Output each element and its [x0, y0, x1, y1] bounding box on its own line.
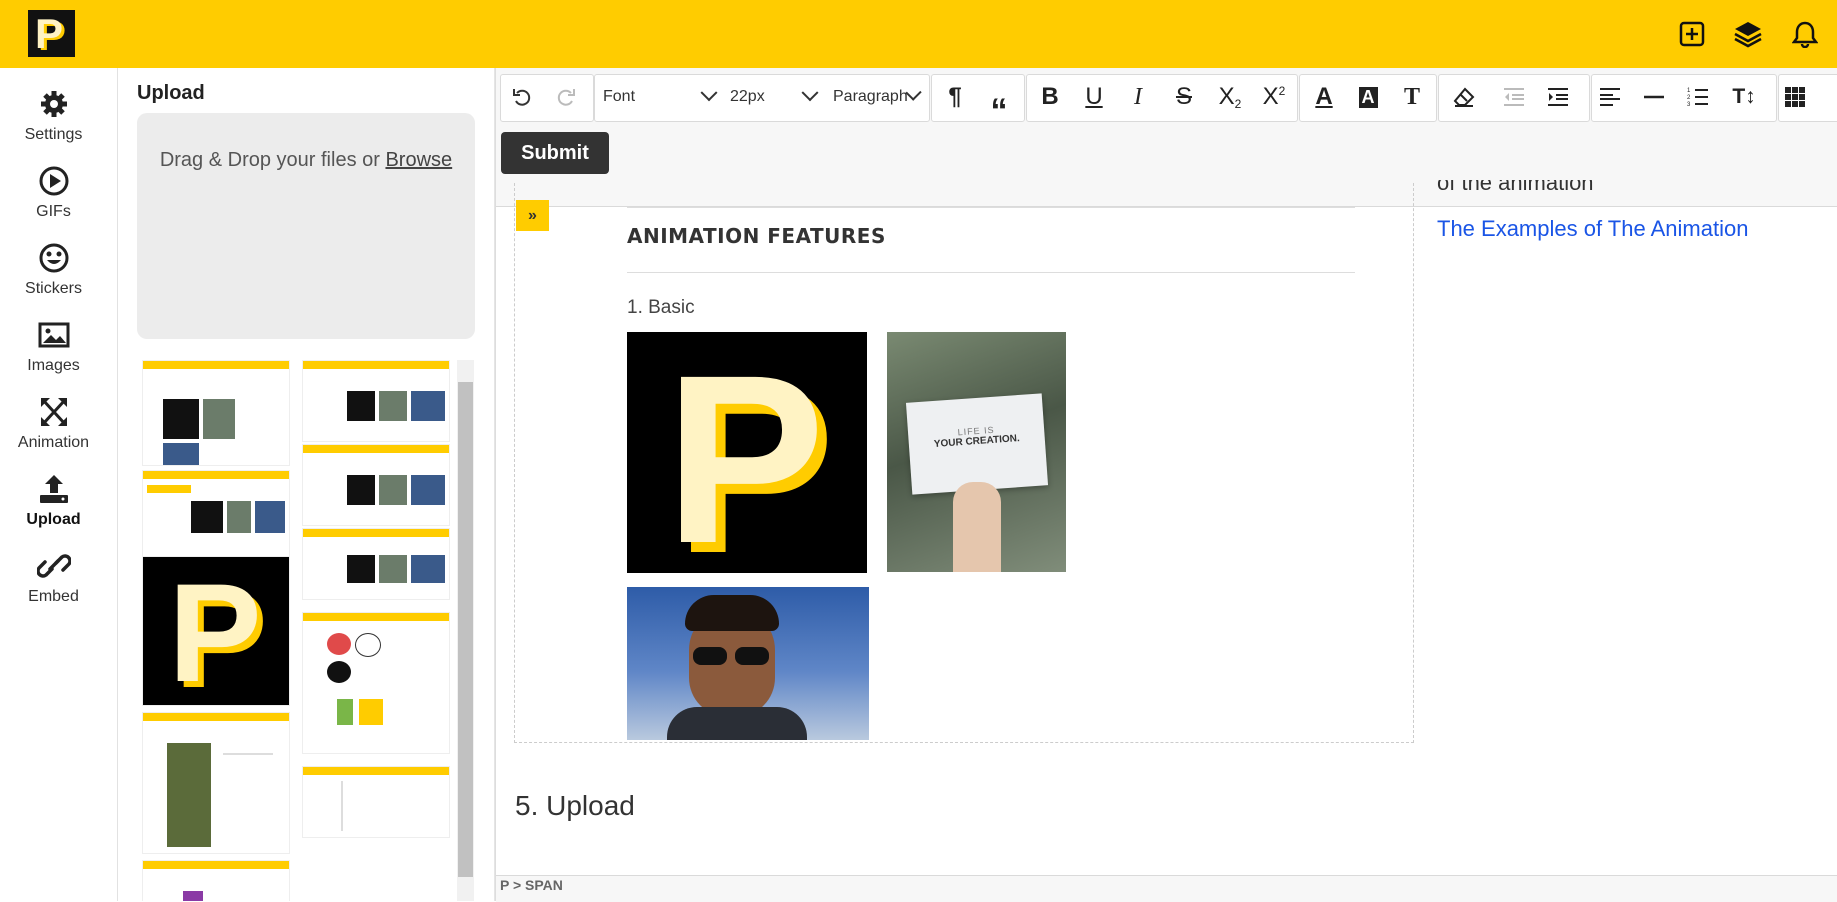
logo[interactable]: P P	[28, 10, 75, 57]
block-format-select[interactable]: Paragraph	[833, 80, 922, 114]
thumbnail[interactable]	[302, 360, 450, 442]
font-color-icon[interactable]: A	[1306, 80, 1342, 114]
hair-shape	[685, 595, 779, 631]
indent-icon[interactable]	[1540, 80, 1576, 114]
expand-arrows-icon	[37, 396, 71, 428]
sidebar-item-label: Animation	[17, 434, 90, 451]
svg-text:3: 3	[1687, 102, 1691, 107]
thumbnail[interactable]	[142, 860, 290, 901]
italic-icon[interactable]: I	[1120, 80, 1156, 114]
svg-text:1: 1	[1687, 88, 1691, 94]
sidebar-item-label: Images	[27, 357, 80, 374]
sunglasses-lens	[735, 647, 769, 665]
ordered-list-icon[interactable]: 123	[1680, 80, 1716, 114]
redo-icon[interactable]	[548, 80, 584, 114]
dropzone-text: Drag & Drop your files or Browse	[137, 149, 475, 172]
sidebar-item-images[interactable]: Images	[0, 319, 107, 375]
add-square-icon[interactable]	[1675, 17, 1709, 51]
play-circle-icon	[37, 165, 71, 197]
sidebar-item-gifs[interactable]: GIFs	[0, 165, 107, 221]
table-icon[interactable]	[1777, 80, 1813, 114]
underline-icon[interactable]: U	[1076, 80, 1112, 114]
sidebar-item-stickers[interactable]: Stickers	[0, 242, 107, 298]
top-bar	[0, 0, 1837, 68]
person-photo-image[interactable]	[627, 587, 869, 740]
svg-text:P: P	[168, 557, 261, 705]
upload-icon	[37, 473, 71, 505]
block-format-select-label: Paragraph	[833, 88, 908, 105]
link-icon	[36, 550, 71, 582]
element-path: P > SPAN	[500, 877, 563, 893]
font-size-select-label: 22px	[730, 88, 765, 105]
sidebar-item-label: Upload	[26, 511, 81, 528]
font-select[interactable]: Font	[603, 80, 718, 114]
highlight-color-icon[interactable]: A	[1350, 80, 1386, 114]
thumbnail[interactable]	[302, 528, 450, 600]
bell-icon[interactable]	[1788, 17, 1822, 51]
bold-icon[interactable]: B	[1032, 80, 1068, 114]
double-chevron-right-icon: »	[528, 206, 537, 224]
dropzone-label: Drag & Drop your files or	[159, 149, 386, 171]
smiley-icon	[37, 242, 71, 274]
logo-animation-image[interactable]: P P	[627, 332, 867, 573]
examples-link[interactable]: The Examples of The Animation	[1437, 216, 1748, 242]
card-photo-image[interactable]: LIFE IS YOUR CREATION.	[887, 332, 1066, 572]
align-left-icon[interactable]	[1592, 80, 1628, 114]
status-bar	[496, 875, 1837, 902]
line-height-icon[interactable]: T↕	[1726, 80, 1762, 114]
superscript-icon[interactable]: X2	[1256, 80, 1292, 114]
gear-icon	[37, 88, 71, 120]
section-title: ANIMATION FEATURES	[627, 224, 886, 248]
thumbnail[interactable]: PP	[142, 556, 290, 706]
clear-format-icon[interactable]: T	[1394, 80, 1430, 114]
chevron-down-icon	[801, 84, 819, 102]
uploaded-thumbnails: PP	[140, 360, 455, 901]
sunglasses-lens	[693, 647, 727, 665]
blockquote-icon[interactable]: “	[981, 80, 1017, 130]
subsection-title: 1. Basic	[627, 297, 695, 318]
browse-link[interactable]: Browse	[385, 149, 452, 171]
svg-text:P: P	[665, 332, 825, 573]
thumbnail[interactable]	[142, 360, 290, 466]
svg-text:P: P	[35, 10, 63, 57]
section-heading: 5. Upload	[515, 790, 635, 821]
sidebar-item-animation[interactable]: Animation	[0, 396, 107, 452]
horizontal-rule-icon[interactable]	[1636, 80, 1672, 114]
thumbnail[interactable]	[302, 612, 450, 754]
hand-shape	[953, 482, 1001, 572]
sidebar-item-label: Stickers	[25, 280, 82, 297]
sidebar-item-label: GIFs	[36, 203, 71, 220]
scrollbar-thumb[interactable]	[458, 382, 473, 877]
undo-icon[interactable]	[504, 80, 540, 114]
sidebar-item-upload[interactable]: Upload	[0, 473, 107, 529]
strikethrough-icon[interactable]: S	[1166, 80, 1202, 114]
jacket-shape	[667, 707, 807, 740]
chevron-down-icon	[700, 84, 718, 102]
sidebar-item-settings[interactable]: Settings	[0, 88, 107, 144]
sidebar-item-label: Settings	[24, 126, 83, 143]
layers-icon[interactable]	[1731, 17, 1765, 51]
dropzone[interactable]	[137, 113, 475, 339]
submit-button[interactable]: Submit	[501, 132, 609, 174]
subscript-icon[interactable]: X2	[1212, 80, 1248, 114]
sidebar-item-label: Embed	[28, 588, 79, 605]
paragraph-icon[interactable]: ¶	[937, 80, 973, 114]
font-size-select[interactable]: 22px	[730, 80, 819, 114]
thumbnail[interactable]	[302, 766, 450, 838]
thumbnail[interactable]	[142, 712, 290, 854]
panel-title: Upload	[137, 82, 205, 104]
expand-sidebar-button[interactable]: »	[516, 200, 549, 231]
outdent-icon[interactable]	[1496, 80, 1532, 114]
thumbnail[interactable]	[302, 444, 450, 526]
thumbnail[interactable]	[142, 470, 290, 558]
image-icon	[37, 319, 71, 351]
photo-card: LIFE IS YOUR CREATION.	[905, 393, 1049, 495]
sidebar-item-embed[interactable]: Embed	[0, 550, 107, 606]
svg-text:2: 2	[1687, 95, 1691, 101]
eraser-icon[interactable]	[1446, 80, 1482, 114]
divider	[627, 207, 1355, 208]
divider	[627, 272, 1355, 273]
font-select-label: Font	[603, 88, 636, 105]
